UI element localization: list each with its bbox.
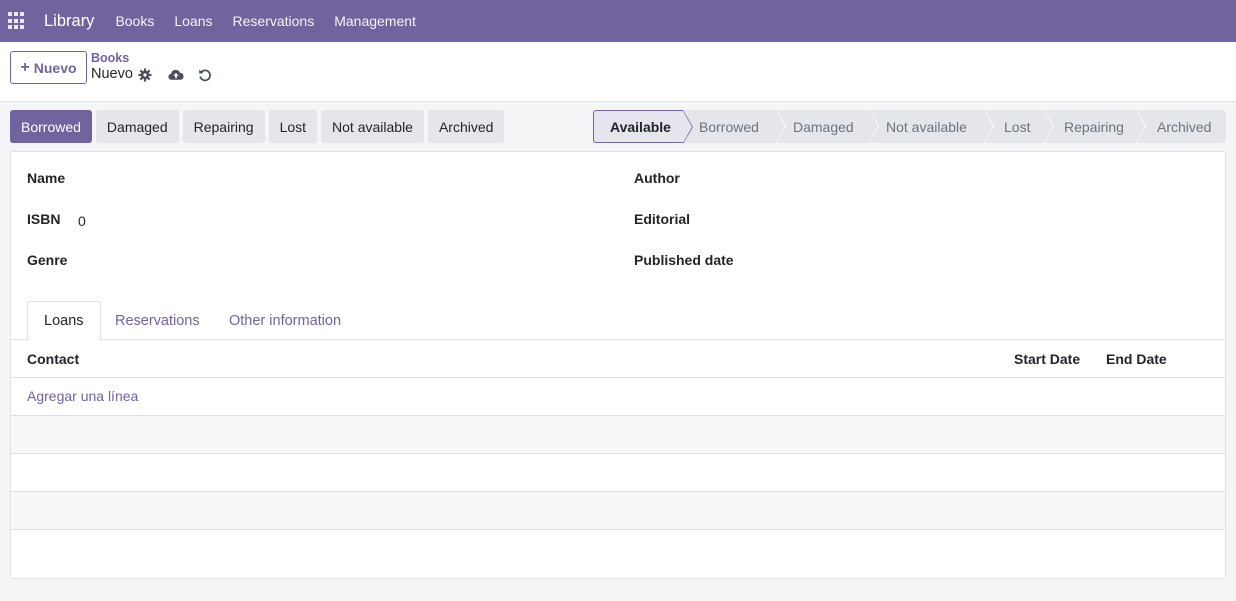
stage-borrowed[interactable]: Borrowed: [683, 109, 786, 143]
borrowed-button[interactable]: Borrowed: [10, 110, 92, 143]
tab-reservations[interactable]: Reservations: [115, 301, 200, 340]
table-row: [11, 492, 1225, 530]
tab-other-information[interactable]: Other information: [229, 301, 341, 340]
table-row: Agregar una línea: [11, 378, 1225, 416]
notebook-tabs: Loans Reservations Other information: [11, 301, 1225, 341]
stage-available[interactable]: Available: [593, 110, 693, 144]
damaged-button[interactable]: Damaged: [95, 110, 179, 143]
form-sheet: Name ISBN 0 Genre Author Editorial Publi…: [10, 151, 1226, 579]
menu-management[interactable]: Management: [334, 13, 416, 29]
menu-books[interactable]: Books: [115, 13, 154, 29]
top-navbar: Library Books Loans Reservations Managem…: [0, 0, 1236, 42]
control-panel: + Nuevo Books Nuevo: [0, 42, 1236, 102]
name-label: Name: [27, 170, 66, 186]
repairing-button[interactable]: Repairing: [182, 110, 265, 143]
stage-not-available[interactable]: Not available: [869, 109, 994, 143]
published-date-label: Published date: [634, 252, 734, 268]
genre-label: Genre: [27, 252, 68, 268]
not-available-button[interactable]: Not available: [321, 110, 424, 143]
breadcrumb-current: Nuevo: [91, 66, 133, 82]
tab-loans[interactable]: Loans: [27, 301, 101, 341]
stage-label: Archived: [1157, 118, 1212, 135]
column-end-date[interactable]: End Date: [1106, 340, 1167, 377]
loans-table-header: Contact Start Date End Date: [11, 340, 1225, 378]
new-button[interactable]: + Nuevo: [10, 51, 87, 84]
stage-label: Repairing: [1064, 118, 1124, 135]
archived-button[interactable]: Archived: [427, 110, 505, 143]
app-title[interactable]: Library: [44, 12, 94, 31]
breadcrumb-books[interactable]: Books: [91, 51, 129, 65]
stage-damaged[interactable]: Damaged: [776, 109, 879, 143]
stage-label: Not available: [886, 118, 967, 135]
lost-button[interactable]: Lost: [268, 110, 318, 143]
new-button-label: Nuevo: [33, 59, 77, 76]
column-contact[interactable]: Contact: [27, 340, 79, 377]
gear-icon[interactable]: [137, 67, 153, 83]
cloud-upload-icon[interactable]: [168, 67, 184, 83]
header-buttons: Borrowed Damaged Repairing Lost Not avai…: [10, 110, 508, 143]
plus-icon: +: [20, 58, 30, 76]
app-grid-icon[interactable]: [8, 12, 26, 30]
add-line-link[interactable]: Agregar una línea: [27, 388, 138, 404]
table-row: [11, 454, 1225, 492]
column-start-date[interactable]: Start Date: [1014, 340, 1080, 377]
stage-label: Available: [610, 118, 671, 135]
statusbar: Available Borrowed Damaged Not available…: [593, 109, 1226, 144]
isbn-field[interactable]: 0: [78, 213, 86, 229]
discard-icon[interactable]: [197, 67, 213, 83]
stage-archived[interactable]: Archived: [1136, 110, 1226, 143]
isbn-label: ISBN: [27, 211, 61, 227]
menu-reservations[interactable]: Reservations: [233, 13, 315, 29]
stage-label: Lost: [1004, 118, 1031, 135]
table-row: [11, 416, 1225, 454]
menu-loans[interactable]: Loans: [174, 13, 212, 29]
editorial-label: Editorial: [634, 211, 691, 227]
stage-label: Damaged: [793, 118, 854, 135]
author-label: Author: [634, 170, 680, 186]
stage-repairing[interactable]: Repairing: [1044, 109, 1146, 143]
stage-label: Borrowed: [699, 118, 759, 135]
